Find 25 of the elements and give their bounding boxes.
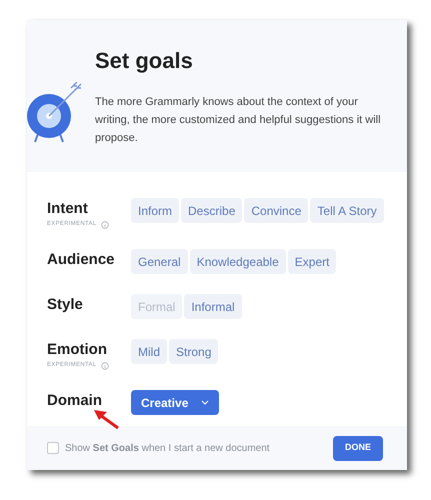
goal-option[interactable]: Convince	[244, 198, 308, 223]
dialog-title: Set goals	[95, 47, 194, 75]
goal-label: Intent	[47, 199, 89, 219]
info-icon	[100, 362, 108, 370]
goal-label: Domain	[47, 391, 104, 411]
checkbox[interactable]	[47, 442, 59, 454]
goal-option[interactable]: General	[131, 249, 188, 274]
dialog-description: The more Grammarly knows about the context of your writing, the more customized and helpful suggestions it will propose.	[95, 95, 382, 146]
goal-option[interactable]: Mild	[131, 339, 168, 364]
goal-option[interactable]: Tell A Story	[310, 198, 384, 223]
checkbox-label: Show Set Goals when I start a new document	[65, 442, 270, 456]
goal-option[interactable]: Informal	[184, 294, 242, 319]
info-icon	[100, 220, 108, 228]
goal-option[interactable]: Describe	[181, 198, 242, 223]
goal-label: Audience	[47, 250, 116, 270]
arrow-drawing	[92, 408, 120, 430]
domain-dropdown[interactable]: Creative	[131, 390, 219, 415]
goal-label: Style	[47, 295, 84, 315]
done-button[interactable]: DONE	[332, 436, 383, 460]
goal-label: Emotion	[47, 340, 108, 360]
goal-option[interactable]: Strong	[169, 339, 218, 364]
goal-option[interactable]: Knowledgeable	[190, 249, 286, 274]
chevron-icon	[201, 400, 209, 405]
goal-option[interactable]: Inform	[131, 198, 180, 223]
goal-option[interactable]: Expert	[288, 249, 336, 274]
